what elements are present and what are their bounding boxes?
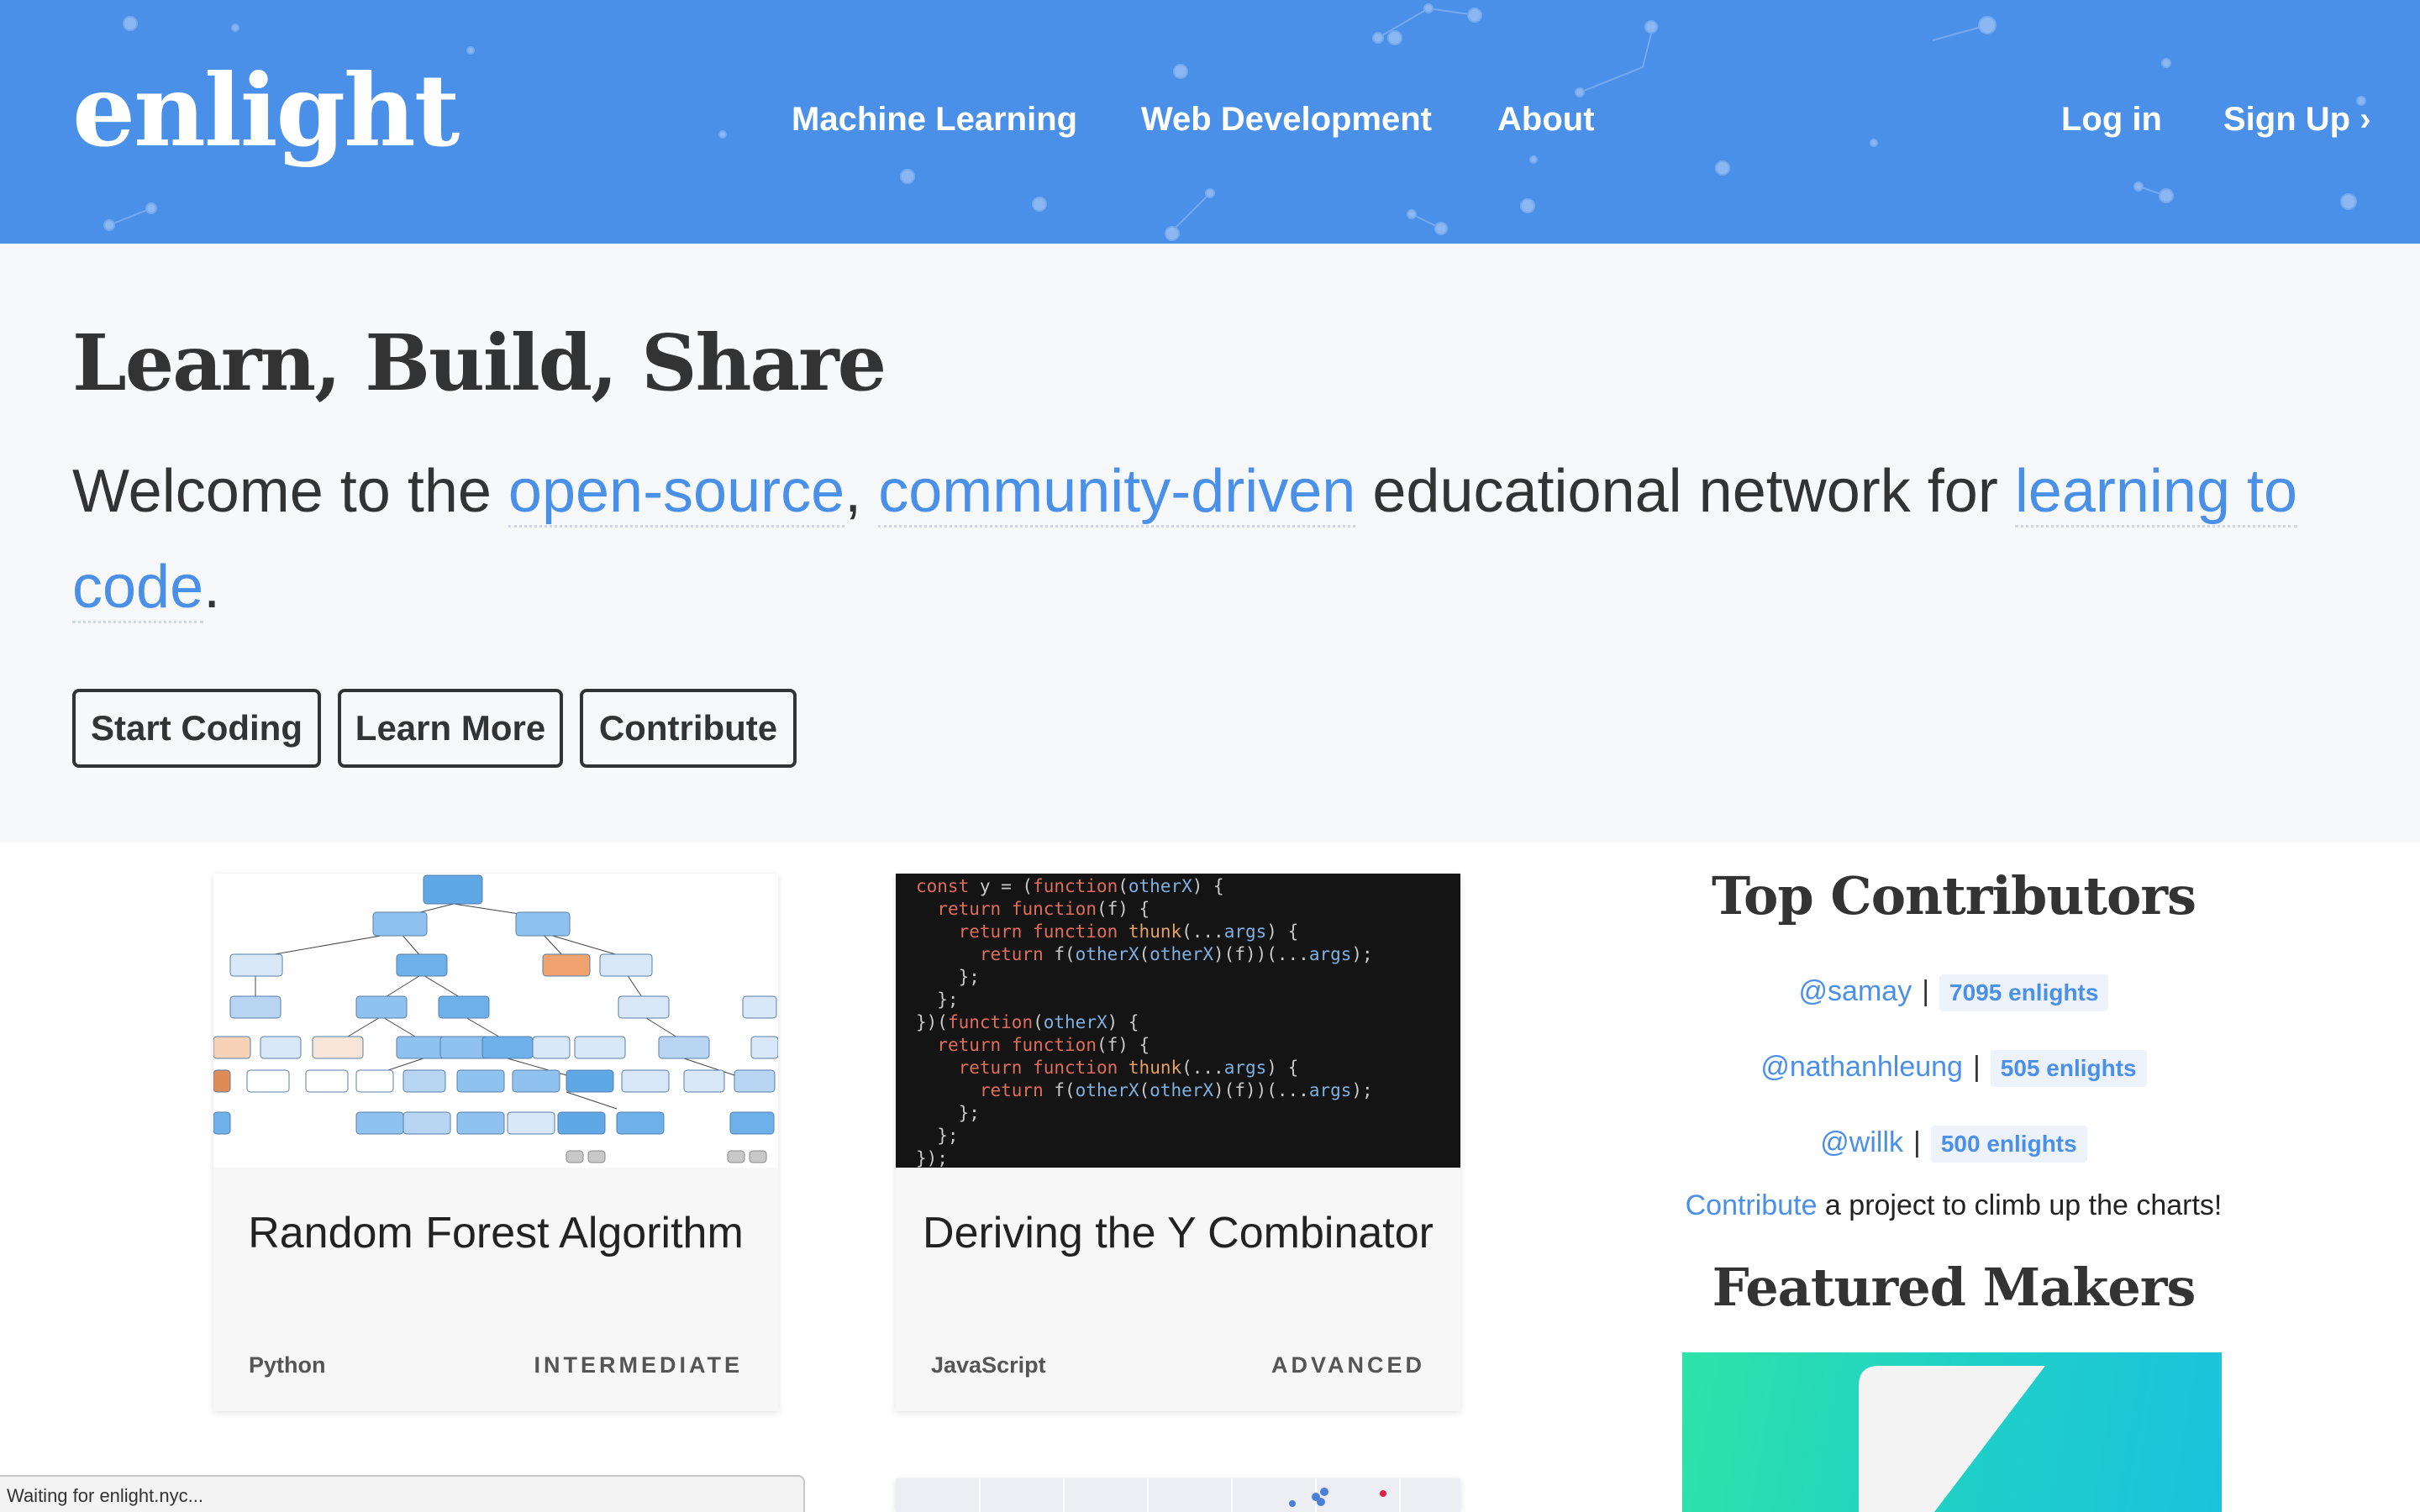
enlights-count-badge: 505 enlights bbox=[1990, 1050, 2147, 1087]
card-language: Python bbox=[249, 1352, 326, 1378]
maker-logo-icon bbox=[1859, 1366, 2045, 1512]
nav-about[interactable]: About bbox=[1497, 101, 1595, 139]
community-driven-link[interactable]: community-driven bbox=[878, 458, 1356, 528]
hero-sub-prefix: Welcome to the bbox=[72, 458, 508, 525]
decision-tree-icon bbox=[213, 874, 778, 1168]
card-title[interactable]: Deriving the Y Combinator bbox=[896, 1208, 1460, 1258]
enlights-count-badge: 500 enlights bbox=[1930, 1126, 2087, 1163]
contribute-link[interactable]: Contribute bbox=[1686, 1189, 1818, 1221]
contributor-row: @nathanhleung | 505 enlights bbox=[1664, 1050, 2244, 1087]
card-level: INTERMEDIATE bbox=[534, 1352, 743, 1378]
code-snippet-icon: const y = (function(otherX) { return fun… bbox=[896, 874, 1460, 1168]
contribute-button[interactable]: Contribute bbox=[580, 689, 797, 768]
learn-more-button[interactable]: Learn More bbox=[338, 689, 563, 768]
card-language: JavaScript bbox=[931, 1352, 1046, 1378]
hero-sub-end: . bbox=[203, 554, 221, 621]
login-link[interactable]: Log in bbox=[2061, 101, 2162, 139]
signup-link[interactable]: Sign Up › bbox=[2223, 101, 2371, 139]
contribute-note: Contribute a project to climb up the cha… bbox=[1664, 1189, 2244, 1222]
hero-subtitle: Welcome to the open-source, community-dr… bbox=[72, 444, 2341, 635]
project-card[interactable] bbox=[896, 1478, 1460, 1512]
contributor-row: @samay | 7095 enlights bbox=[1664, 974, 2244, 1011]
nav-web-development[interactable]: Web Development bbox=[1141, 101, 1432, 139]
enlights-count-badge: 7095 enlights bbox=[1939, 974, 2109, 1011]
start-coding-button[interactable]: Start Coding bbox=[72, 689, 321, 768]
contributor-handle[interactable]: @willk bbox=[1820, 1126, 1903, 1158]
contributor-handle[interactable]: @nathanhleung bbox=[1760, 1051, 1963, 1083]
project-card[interactable]: const y = (function(otherX) { return fun… bbox=[896, 874, 1460, 1411]
site-logo[interactable]: enlight bbox=[72, 52, 460, 169]
hero-sub-comma: , bbox=[844, 458, 879, 525]
open-source-link[interactable]: open-source bbox=[508, 458, 845, 528]
contribute-note-text: a project to climb up the charts! bbox=[1817, 1189, 2223, 1221]
project-card[interactable]: Random Forest Algorithm Python INTERMEDI… bbox=[213, 874, 778, 1411]
code-thumbnail: const y = (function(otherX) { return fun… bbox=[896, 874, 1460, 1168]
hero-title: Learn, Build, Share bbox=[72, 318, 886, 408]
browser-status-bar: Waiting for enlight.nyc... bbox=[0, 1475, 805, 1512]
featured-makers-title: Featured Makers bbox=[1712, 1257, 2196, 1318]
scatter-thumbnail-icon bbox=[896, 1478, 1460, 1512]
contributor-handle[interactable]: @samay bbox=[1799, 975, 1912, 1007]
hero-sub-middle: educational network for bbox=[1355, 458, 2015, 525]
site-header: enlight Machine Learning Web Development… bbox=[0, 0, 2420, 244]
card-level: ADVANCED bbox=[1270, 1352, 1425, 1378]
top-contributors-title: Top Contributors bbox=[1712, 865, 2196, 927]
featured-maker-image[interactable] bbox=[1682, 1352, 2222, 1512]
nav-machine-learning[interactable]: Machine Learning bbox=[792, 101, 1077, 139]
contributor-row: @willk | 500 enlights bbox=[1664, 1126, 2244, 1163]
hero-section: Learn, Build, Share Welcome to the open-… bbox=[0, 244, 2420, 842]
decision-tree-thumbnail bbox=[213, 874, 778, 1168]
card-title[interactable]: Random Forest Algorithm bbox=[213, 1208, 778, 1258]
